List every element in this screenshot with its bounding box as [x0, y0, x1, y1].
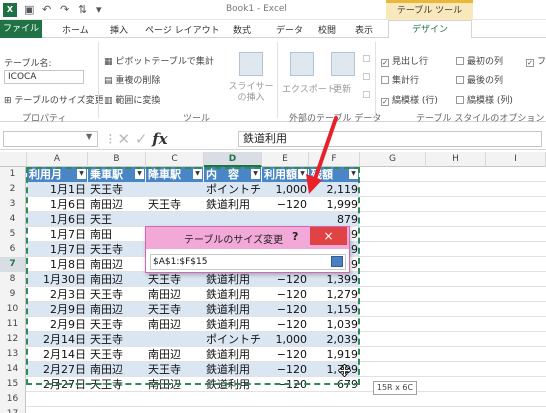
column-header[interactable]: H — [426, 152, 486, 167]
column-headers: A B C D E F G H I — [0, 152, 546, 167]
row-header[interactable]: 4 — [0, 212, 26, 227]
redo-icon[interactable]: ↷ — [60, 3, 69, 17]
open-browser-icon[interactable]: ▢ — [362, 72, 371, 82]
group-label-style-options: テーブル スタイルのオプション — [416, 114, 545, 124]
refresh-icon — [331, 52, 355, 76]
resize-table-icon: ⊞ — [4, 96, 15, 106]
pivot-icon: ▦ — [104, 57, 116, 67]
row-header[interactable]: 13 — [0, 347, 26, 362]
table-row: 17 — [0, 407, 546, 413]
row-header[interactable]: 11 — [0, 317, 26, 332]
ribbon-tab-bar: ファイル ホーム 挿入 ページ レイアウト 数式 データ 校閲 表示 デザイン — [0, 20, 546, 39]
tab-insert[interactable]: 挿入 — [110, 23, 128, 36]
sort-icon[interactable]: ⇅ — [78, 3, 87, 17]
tab-file[interactable]: ファイル — [0, 20, 42, 38]
last-column-checkbox[interactable]: 最後の列 — [456, 73, 503, 86]
ribbon: テーブル名: ICOCA ⊞ テーブルのサイズ変更 プロパティ ▦ ピボットテー… — [0, 38, 546, 124]
formula-bar: ▼ ⁝ ✕ ✓ fx 鉄道利用 — [0, 128, 546, 150]
export-icon — [290, 52, 314, 76]
title-bar: X ▣ ↶ ↷ ⇅ ▾ Book1 - Excel テーブル ツール — [0, 0, 546, 20]
window-title: Book1 - Excel — [226, 4, 287, 14]
context-tab-group-table-tools: テーブル ツール — [386, 0, 473, 20]
convert-to-range-button[interactable]: ▥ 範囲に変換 — [104, 93, 160, 106]
resize-table-dialog: テーブルのサイズ変更 ? × $A$1:$F$15 — [145, 226, 350, 273]
enter-icon[interactable]: ✓ — [135, 130, 152, 148]
annotation-arrow-icon — [306, 116, 338, 194]
name-box-dropdown-icon[interactable]: ▼ — [86, 132, 92, 141]
column-header[interactable]: B — [88, 152, 146, 167]
row-header[interactable]: 5 — [0, 227, 26, 242]
row-header[interactable]: 3 — [0, 197, 26, 212]
column-header[interactable]: A — [27, 152, 88, 167]
dialog-title-bar[interactable]: テーブルのサイズ変更 ? × — [146, 227, 349, 249]
range-input[interactable]: $A$1:$F$15 — [150, 254, 346, 270]
refresh-button[interactable]: 更新 — [333, 82, 351, 95]
table-name-label: テーブル名: — [4, 59, 52, 69]
row-header[interactable]: 8 — [0, 272, 26, 287]
help-button[interactable]: ? — [292, 230, 298, 243]
filter-button-checkbox[interactable]: ✓ フ — [526, 54, 546, 67]
properties-small-icon[interactable]: ▢ — [362, 54, 371, 64]
tab-home[interactable]: ホーム — [62, 23, 89, 36]
first-column-checkbox[interactable]: 最初の列 — [456, 54, 503, 67]
group-label-properties: プロパティ — [22, 114, 67, 124]
banded-columns-checkbox[interactable]: 縞模様 (列) — [456, 93, 513, 106]
quick-access-menu-icon[interactable]: ▾ — [96, 3, 102, 17]
row-header[interactable]: 15 — [0, 377, 26, 392]
row-header[interactable]: 16 — [0, 392, 26, 407]
tab-data[interactable]: データ — [276, 23, 303, 36]
select-all-corner[interactable] — [0, 152, 27, 167]
resize-table-button[interactable]: ⊞ テーブルのサイズ変更 — [4, 93, 104, 106]
total-row-checkbox[interactable]: 集計行 — [381, 73, 419, 86]
duplicates-icon: ▤ — [104, 76, 116, 86]
worksheet-grid[interactable]: A B C D E F G H I 1利用月乗車駅降車駅内 容利用額残額21月1… — [0, 152, 546, 413]
row-header[interactable]: 6 — [0, 242, 26, 257]
cancel-icon[interactable]: ⁝ ✕ — [108, 130, 130, 148]
unlink-icon[interactable]: ▢ — [362, 90, 371, 100]
move-cursor-icon — [338, 364, 351, 377]
save-icon[interactable]: ▣ — [24, 3, 34, 17]
banded-rows-checkbox[interactable]: ✓ 縞模様 (行) — [381, 93, 438, 106]
tab-formulas[interactable]: 数式 — [233, 23, 251, 36]
row-header[interactable]: 10 — [0, 302, 26, 317]
undo-icon[interactable]: ↶ — [42, 3, 51, 17]
formula-controls: ⁝ ✕ ✓ fx — [108, 129, 238, 149]
group-label-tools: ツール — [183, 114, 211, 124]
tab-review[interactable]: 校閲 — [318, 23, 336, 36]
insert-slicer-button[interactable]: スライサーの挿入 — [228, 82, 274, 104]
tab-view[interactable]: 表示 — [355, 23, 373, 36]
size-tooltip: 15R x 6C — [373, 381, 417, 395]
row-header[interactable]: 17 — [0, 407, 26, 413]
summarize-pivot-button[interactable]: ▦ ピボットテーブルで集計 — [104, 54, 214, 67]
remove-duplicates-button[interactable]: ▤ 重複の削除 — [104, 73, 160, 86]
export-button[interactable]: エクスポート — [282, 82, 336, 95]
column-header[interactable]: C — [146, 152, 204, 167]
row-header[interactable]: 14 — [0, 362, 26, 377]
table-name-input[interactable]: ICOCA — [4, 70, 84, 84]
excel-logo-icon: X — [3, 3, 17, 17]
table-row: 16 — [0, 392, 546, 407]
slicer-icon — [239, 52, 263, 76]
collapse-dialog-icon[interactable] — [331, 256, 343, 267]
row-header[interactable]: 7 — [0, 257, 26, 272]
tab-design[interactable]: デザイン — [388, 20, 472, 39]
tab-page-layout[interactable]: ページ レイアウト — [145, 23, 220, 36]
column-header[interactable]: D — [204, 152, 262, 167]
header-row-checkbox[interactable]: ✓ 見出し行 — [381, 54, 428, 67]
formula-input[interactable]: 鉄道利用 — [238, 131, 542, 147]
row-header[interactable]: 2 — [0, 182, 26, 197]
insert-function-button[interactable]: fx — [152, 130, 167, 148]
column-header[interactable]: G — [360, 152, 426, 167]
row-header[interactable]: 1 — [0, 167, 26, 182]
close-button[interactable]: × — [310, 227, 347, 245]
dialog-title: テーブルのサイズ変更 — [184, 235, 284, 246]
column-header[interactable]: I — [486, 152, 546, 167]
row-header[interactable]: 12 — [0, 332, 26, 347]
name-box[interactable] — [3, 131, 98, 147]
convert-icon: ▥ — [104, 96, 116, 106]
resize-range-marquee — [26, 167, 360, 385]
row-header[interactable]: 9 — [0, 287, 26, 302]
